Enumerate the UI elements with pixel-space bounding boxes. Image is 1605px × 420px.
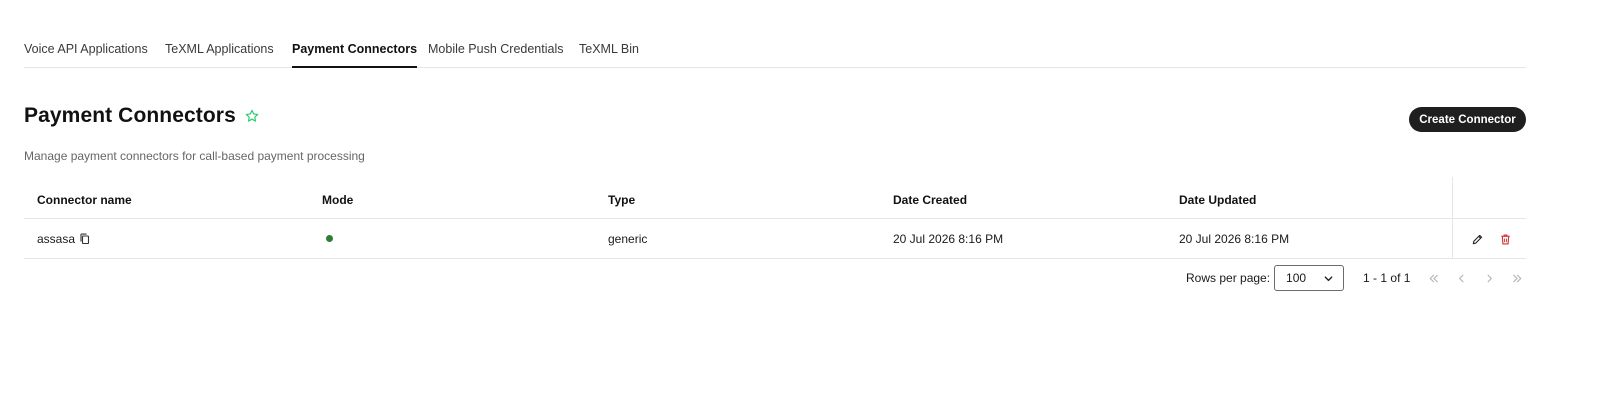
rows-per-page-label: Rows per page: <box>1186 271 1271 285</box>
edit-icon[interactable] <box>1471 233 1484 246</box>
table-header-row: Connector name Mode Type Date Created Da… <box>24 181 1526 219</box>
first-page-icon[interactable] <box>1426 271 1440 285</box>
previous-page-icon[interactable] <box>1454 271 1468 285</box>
mode-cell <box>322 219 333 258</box>
table-row: assasa generic 20 Jul 2026 8:16 PM 20 Ju… <box>24 219 1526 259</box>
column-header-mode[interactable]: Mode <box>322 181 353 218</box>
page: Voice API Applications TeXML Application… <box>0 0 1605 420</box>
tab-texml-bin[interactable]: TeXML Bin <box>579 42 639 56</box>
column-header-type[interactable]: Type <box>608 181 635 218</box>
app-tabs: Voice API Applications TeXML Application… <box>24 0 1526 68</box>
connector-name-cell: assasa <box>37 219 91 258</box>
page-header: Payment Connectors <box>24 104 260 128</box>
next-page-icon[interactable] <box>1482 271 1496 285</box>
trash-icon[interactable] <box>1499 233 1512 246</box>
chevron-down-icon <box>1324 275 1333 281</box>
tab-texml-applications[interactable]: TeXML Applications <box>165 42 274 56</box>
copy-icon[interactable] <box>79 233 91 245</box>
type-cell: generic <box>608 231 648 246</box>
column-header-date-created[interactable]: Date Created <box>893 181 967 218</box>
last-page-icon[interactable] <box>1510 271 1524 285</box>
column-header-connector-name[interactable]: Connector name <box>37 181 132 218</box>
tab-voice-api-applications[interactable]: Voice API Applications <box>24 42 148 56</box>
pagination: Rows per page: 100 1 - 1 of 1 <box>1186 265 1524 291</box>
connector-name: assasa <box>37 231 76 246</box>
tab-mobile-push-credentials[interactable]: Mobile Push Credentials <box>428 42 564 56</box>
connectors-table: Connector name Mode Type Date Created Da… <box>24 177 1526 259</box>
date-updated-cell: 20 Jul 2026 8:16 PM <box>1179 231 1290 246</box>
mode-status-dot <box>326 235 333 242</box>
star-icon[interactable] <box>244 108 260 124</box>
rows-per-page-select[interactable]: 100 <box>1274 265 1345 291</box>
rows-per-page-value: 100 <box>1286 271 1307 285</box>
pagination-range: 1 - 1 of 1 <box>1363 271 1411 285</box>
create-connector-button[interactable]: Create Connector <box>1409 107 1526 132</box>
column-header-date-updated[interactable]: Date Updated <box>1179 181 1256 218</box>
date-created-cell: 20 Jul 2026 8:16 PM <box>893 231 1004 246</box>
tab-payment-connectors[interactable]: Payment Connectors <box>292 42 418 68</box>
page-subtitle: Manage payment connectors for call-based… <box>24 149 365 163</box>
page-title: Payment Connectors <box>24 104 236 127</box>
